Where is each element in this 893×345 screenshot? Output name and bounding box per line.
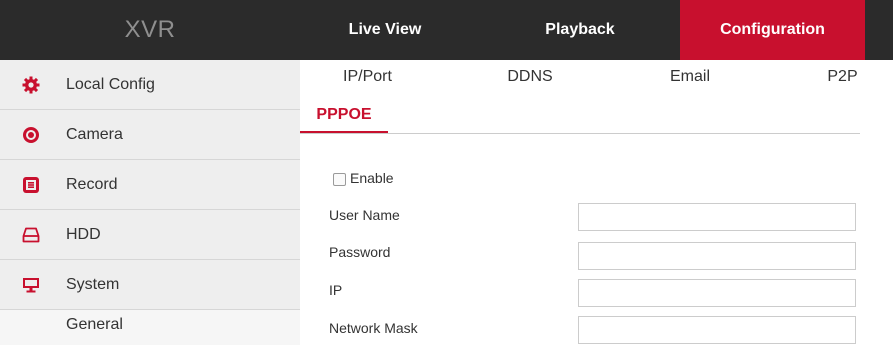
user-name-input[interactable] [578, 203, 856, 231]
sidebar-item-label: Camera [66, 126, 123, 143]
brand-logo: XVR [124, 16, 176, 43]
ip-input[interactable] [578, 279, 856, 307]
sidebar-item-camera[interactable]: Camera [0, 110, 300, 160]
section-tab-pppoe[interactable]: PPPOE [300, 100, 388, 133]
sidebar-item-local-config[interactable]: Local Config [0, 60, 300, 110]
user-name-label: User Name [329, 207, 400, 223]
sidebar-item-label: Record [66, 176, 118, 193]
sidebar-subitem-label: General [66, 316, 123, 333]
nav-live-view[interactable]: Live View [300, 0, 470, 60]
hdd-icon [22, 227, 40, 243]
nav-configuration[interactable]: Configuration [680, 0, 865, 60]
sidebar-item-hdd[interactable]: HDD [0, 210, 300, 260]
password-input[interactable] [578, 242, 856, 270]
network-mask-label: Network Mask [329, 320, 418, 336]
camera-icon [23, 127, 39, 143]
tab-ip-port[interactable]: IP/Port [300, 60, 435, 96]
section-divider [300, 133, 860, 134]
gear-icon [22, 76, 40, 94]
tab-ddns[interactable]: DDNS [495, 60, 565, 96]
top-bar: XVR Live View Playback Configuration [0, 0, 893, 60]
sidebar-item-label: System [66, 276, 120, 293]
enable-checkbox[interactable] [333, 173, 346, 186]
sidebar-item-record[interactable]: Record [0, 160, 300, 210]
sidebar-item-system[interactable]: System [0, 260, 300, 310]
ip-label: IP [329, 282, 343, 298]
sidebar-item-label: Local Config [66, 76, 155, 93]
main-content: IP/Port DDNS Email P2P PPPOE Enable User… [300, 60, 893, 345]
enable-label: Enable [350, 170, 394, 186]
tab-email[interactable]: Email [650, 60, 730, 96]
sidebar-item-label: HDD [66, 226, 101, 243]
nav-playback[interactable]: Playback [470, 0, 690, 60]
sidebar-subitem-general[interactable]: General [0, 310, 300, 345]
password-label: Password [329, 244, 391, 260]
monitor-icon [23, 278, 39, 293]
sidebar: Local Config Camera Record HDD System Ge… [0, 60, 300, 345]
record-icon [23, 177, 39, 193]
tab-p2p[interactable]: P2P [810, 60, 875, 96]
network-mask-input[interactable] [578, 316, 856, 344]
